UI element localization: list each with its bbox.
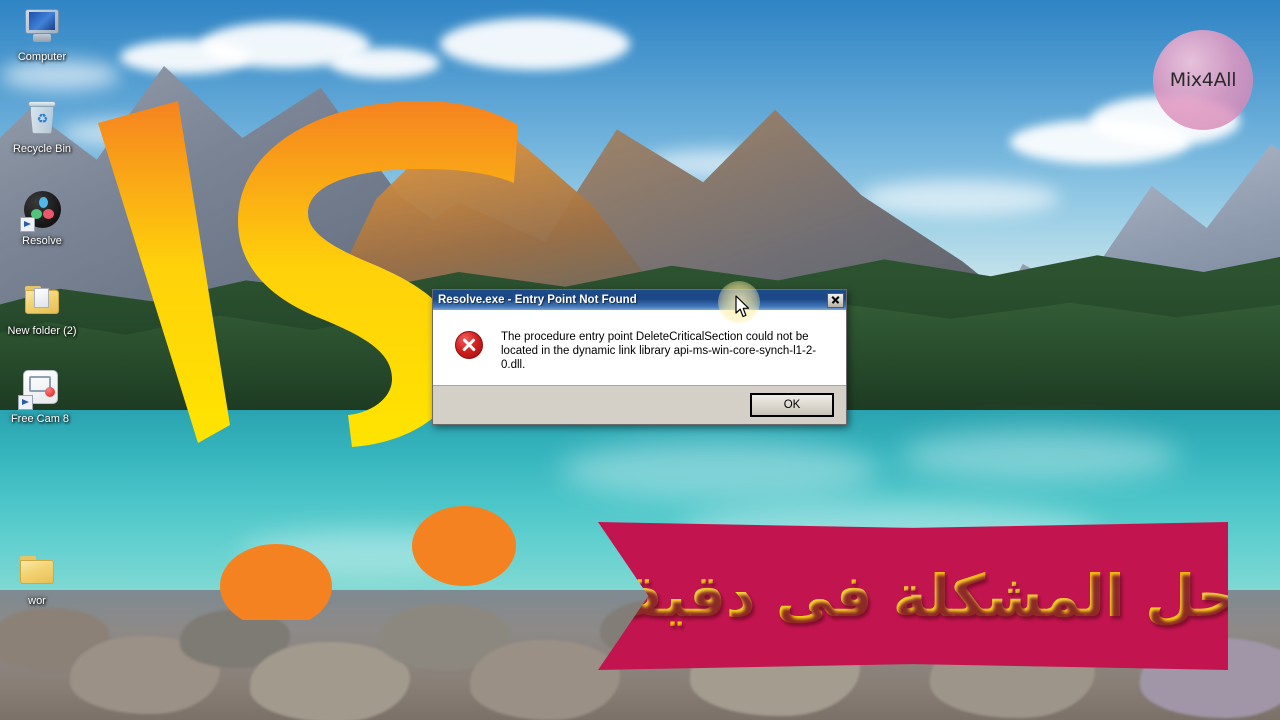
desktop-icon-label: Computer — [17, 51, 67, 63]
desktop-screen: Computer ♻ Recycle Bin Resolve New folde… — [0, 0, 1280, 720]
desktop-icon-free-cam-8[interactable]: Free Cam 8 — [3, 366, 77, 426]
dialog-titlebar[interactable]: Resolve.exe - Entry Point Not Found — [433, 290, 846, 310]
close-icon[interactable] — [827, 292, 844, 308]
mix4all-watermark: Mix4All — [1153, 30, 1253, 130]
desktop-icon-wor[interactable]: wor — [0, 548, 74, 608]
error-icon — [455, 331, 483, 359]
dialog-title: Resolve.exe - Entry Point Not Found — [438, 294, 637, 306]
watermark-text: Mix4All — [1169, 69, 1237, 91]
shortcut-arrow-icon — [20, 217, 35, 232]
ok-button[interactable]: OK — [750, 393, 834, 417]
desktop-icon-label: wor — [28, 595, 46, 607]
dialog-message-line-2: located in the dynamic link library api-… — [501, 345, 817, 371]
free-cam-shortcut-icon — [18, 366, 62, 410]
desktop-icon-label: New folder (2) — [7, 325, 77, 337]
dialog-message-line-1: The procedure entry point DeleteCritical… — [501, 331, 809, 343]
dialog-message: The procedure entry point DeleteCritical… — [501, 330, 834, 372]
desktop-icon-label: Resolve — [22, 235, 62, 247]
desktop-icon-recycle-bin[interactable]: ♻ Recycle Bin — [5, 96, 79, 156]
cloud — [440, 18, 630, 70]
recycle-bin-icon: ♻ — [20, 96, 64, 140]
cloud — [330, 48, 440, 78]
cloud — [860, 180, 1060, 216]
desktop-icon-label: Free Cam 8 — [10, 413, 70, 425]
arabic-banner-text: حل المشكلة فى دقيقة — [598, 562, 1228, 630]
folder-icon — [20, 278, 64, 322]
desktop-icon-new-folder-2[interactable]: New folder (2) — [0, 278, 84, 338]
dialog-footer: OK — [433, 386, 846, 424]
arabic-banner: حل المشكلة فى دقيقة — [598, 522, 1228, 670]
computer-icon — [20, 4, 64, 48]
shortcut-arrow-icon — [18, 395, 33, 410]
error-dialog: Resolve.exe - Entry Point Not Found The … — [432, 289, 847, 425]
dialog-body: The procedure entry point DeleteCritical… — [433, 310, 846, 386]
folder-icon — [15, 548, 59, 592]
desktop-icon-computer[interactable]: Computer — [5, 4, 79, 64]
desktop-icon-label: Recycle Bin — [12, 143, 72, 155]
desktop-icon-resolve[interactable]: Resolve — [5, 188, 79, 248]
cloud — [0, 60, 120, 90]
davinci-resolve-shortcut-icon — [20, 188, 64, 232]
